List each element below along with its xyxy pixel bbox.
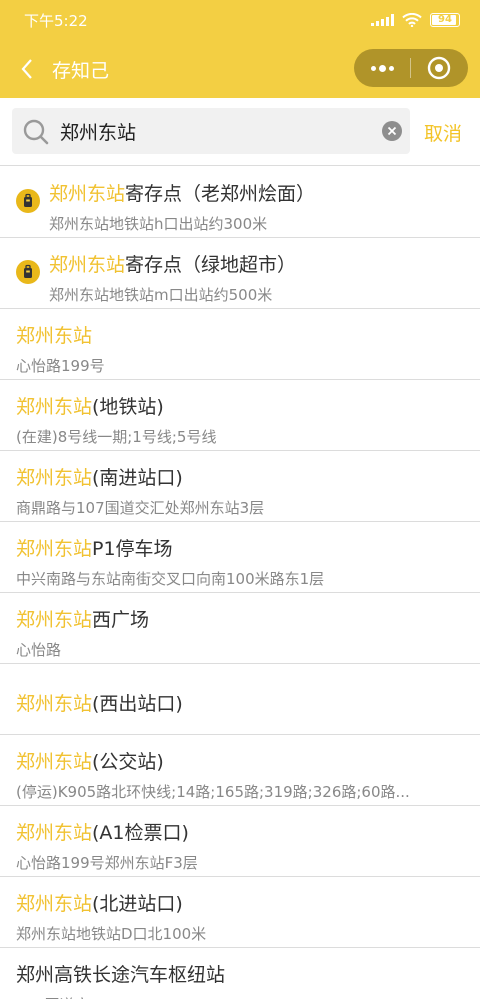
battery-icon: 94 bbox=[430, 13, 460, 27]
result-title-rest: (公交站) bbox=[92, 751, 164, 773]
luggage-pin-icon bbox=[16, 260, 40, 284]
result-title: 郑州高铁长途汽车枢纽站 bbox=[16, 960, 225, 987]
result-title-highlight: 郑州东站 bbox=[16, 609, 93, 631]
result-item[interactable]: 郑州东站寄存点（老郑州烩面） 郑州东站地铁站h口出站约300米 bbox=[0, 167, 480, 238]
result-title-highlight: 郑州东站 bbox=[16, 693, 93, 715]
result-title-rest: (南进站口) bbox=[92, 467, 183, 489]
status-time: 下午5:22 bbox=[24, 12, 88, 30]
result-item[interactable]: 郑州东站(公交站) (停运)K905路北环快线;14路;165路;319路;326… bbox=[0, 735, 480, 806]
result-title: 郑州东站(A1检票口) bbox=[16, 818, 189, 845]
result-title-rest: 寄存点（老郑州烩面） bbox=[125, 183, 316, 205]
result-title: 郑州东站(南进站口) bbox=[16, 463, 183, 490]
result-title-highlight: 郑州东站 bbox=[16, 538, 93, 560]
result-title: 郑州东站P1停车场 bbox=[16, 534, 173, 561]
result-subtitle: (在建)8号线一期;1号线;5号线 bbox=[16, 428, 217, 446]
nav-bar: 存知己 bbox=[0, 40, 480, 98]
result-title: 郑州东站 bbox=[16, 321, 92, 348]
result-subtitle: 郑州东站地铁站h口出站约300米 bbox=[49, 215, 268, 233]
result-title-highlight: 郑州东站 bbox=[16, 751, 93, 773]
search-bar: 取消 bbox=[0, 98, 480, 166]
result-subtitle: 心怡路199号郑州东站F3层 bbox=[16, 854, 198, 872]
result-subtitle: 郑州东站地铁站m口出站约500米 bbox=[49, 286, 273, 304]
more-dots-icon bbox=[370, 65, 376, 71]
target-close-icon bbox=[427, 56, 451, 80]
chevron-left-icon bbox=[21, 59, 32, 79]
result-item[interactable]: 郑州东站(地铁站) (在建)8号线一期;1号线;5号线 bbox=[0, 380, 480, 451]
capsule-menu bbox=[354, 49, 468, 87]
result-item[interactable]: 郑州东站(A1检票口) 心怡路199号郑州东站F3层 bbox=[0, 806, 480, 877]
search-input[interactable] bbox=[60, 116, 370, 146]
result-subtitle: (停运)K905路北环快线;14路;165路;319路;326路;60路... bbox=[16, 783, 410, 801]
cancel-button[interactable]: 取消 bbox=[424, 119, 462, 146]
luggage-pin-icon bbox=[16, 189, 40, 213]
clear-button[interactable] bbox=[382, 121, 402, 141]
result-title-rest: 西广场 bbox=[92, 609, 150, 631]
result-title-highlight: 郑州东站 bbox=[16, 822, 93, 844]
result-title-rest: (西出站口) bbox=[92, 693, 183, 715]
result-title: 郑州东站(西出站口) bbox=[16, 689, 183, 716]
battery-percent: 94 bbox=[438, 14, 452, 25]
status-icons: 94 bbox=[371, 11, 460, 29]
wifi-icon bbox=[402, 13, 422, 27]
result-title-highlight: 郑州东站 bbox=[16, 467, 93, 489]
search-icon bbox=[23, 119, 49, 145]
signal-icon bbox=[371, 14, 394, 26]
result-title-rest: P1停车场 bbox=[92, 538, 173, 560]
result-subtitle: 中兴南路与东站南街交叉口向南100米路东1层 bbox=[16, 570, 325, 588]
result-subtitle: 郑州东站地铁站D口北100米 bbox=[16, 925, 207, 943]
result-title: 郑州东站寄存点（绿地超市） bbox=[49, 250, 296, 277]
result-item[interactable]: 郑州东站寄存点（绿地超市） 郑州东站地铁站m口出站约500米 bbox=[0, 238, 480, 309]
page-title: 存知己 bbox=[52, 60, 110, 82]
clear-x-icon bbox=[387, 126, 397, 136]
result-subtitle: 心怡路 bbox=[16, 641, 62, 659]
result-title-rest: (北进站口) bbox=[92, 893, 183, 915]
result-title: 郑州东站西广场 bbox=[16, 605, 149, 632]
result-title-rest: 郑州高铁长途汽车枢纽站 bbox=[16, 964, 226, 986]
result-item[interactable]: 郑州东站(西出站口) bbox=[0, 664, 480, 735]
close-miniprogram-button[interactable] bbox=[411, 49, 467, 87]
result-title: 郑州东站寄存点（老郑州烩面） bbox=[49, 179, 315, 206]
result-item[interactable]: 郑州东站P1停车场中兴南路与东站南街交叉口向南100米路东1层 bbox=[0, 522, 480, 593]
result-title: 郑州东站(北进站口) bbox=[16, 889, 183, 916]
result-title: 郑州东站(地铁站) bbox=[16, 392, 164, 419]
more-button[interactable] bbox=[354, 49, 410, 87]
result-item[interactable]: 郑州东站心怡路199号 bbox=[0, 309, 480, 380]
result-item[interactable]: 郑州东站西广场心怡路 bbox=[0, 593, 480, 664]
header: 下午5:22 94 存知己 bbox=[0, 0, 480, 98]
back-button[interactable] bbox=[12, 54, 42, 84]
result-title: 郑州东站(公交站) bbox=[16, 747, 164, 774]
result-title-highlight: 郑州东站 bbox=[49, 254, 126, 276]
result-list: 郑州东站寄存点（老郑州烩面） 郑州东站地铁站h口出站约300米 郑州东站寄存点（绿地… bbox=[0, 167, 480, 999]
status-bar: 下午5:22 94 bbox=[0, 0, 480, 40]
search-box bbox=[12, 108, 410, 154]
result-title-highlight: 郑州东站 bbox=[16, 396, 93, 418]
result-item[interactable]: 郑州东站(北进站口) 郑州东站地铁站D口北100米 bbox=[0, 877, 480, 948]
result-title-highlight: 郑州东站 bbox=[16, 325, 93, 347]
result-item[interactable]: 郑州高铁长途汽车枢纽站 107国道旁 bbox=[0, 948, 480, 999]
result-subtitle: 107国道旁 bbox=[16, 994, 466, 999]
result-subtitle: 商鼎路与107国道交汇处郑州东站3层 bbox=[16, 499, 265, 517]
result-title-rest: (地铁站) bbox=[92, 396, 164, 418]
result-title-rest: (A1检票口) bbox=[92, 822, 189, 844]
result-title-highlight: 郑州东站 bbox=[16, 893, 93, 915]
result-title-highlight: 郑州东站 bbox=[49, 183, 126, 205]
result-subtitle: 心怡路199号 bbox=[16, 357, 105, 375]
result-item[interactable]: 郑州东站(南进站口) 商鼎路与107国道交汇处郑州东站3层 bbox=[0, 451, 480, 522]
result-title-rest: 寄存点（绿地超市） bbox=[125, 254, 297, 276]
